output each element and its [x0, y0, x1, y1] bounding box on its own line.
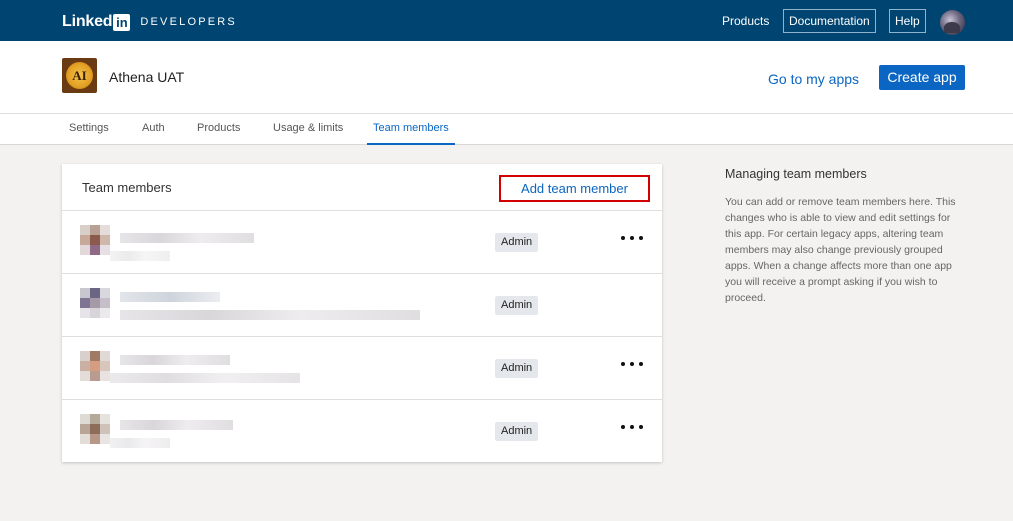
nav-documentation-button[interactable]: Documentation: [783, 9, 876, 33]
member-avatar: [80, 351, 110, 387]
team-member-row: Admin: [62, 274, 662, 337]
nav-products-link[interactable]: Products: [722, 14, 769, 28]
go-to-my-apps-link[interactable]: Go to my apps: [768, 71, 859, 87]
app-name: Athena UAT: [109, 69, 185, 85]
more-options-icon[interactable]: [621, 357, 643, 371]
member-avatar: [80, 414, 110, 450]
member-name-redacted: [120, 233, 254, 243]
top-navbar: Linked in DEVELOPERS Products Documentat…: [0, 0, 1013, 41]
create-app-button[interactable]: Create app: [879, 65, 965, 90]
member-name-redacted: [120, 420, 233, 430]
logo-wordmark: Linked: [62, 13, 113, 30]
logo-in-icon: in: [113, 13, 131, 31]
card-title: Team members: [82, 180, 172, 195]
logo-suffix: DEVELOPERS: [140, 16, 237, 28]
help-title: Managing team members: [725, 167, 867, 181]
team-member-row: Admin: [62, 400, 662, 463]
role-badge: Admin: [495, 296, 539, 315]
app-header: AI Athena UAT Go to my apps Create app: [0, 41, 1013, 114]
tab-products[interactable]: Products: [197, 122, 240, 145]
role-badge: Admin: [495, 359, 539, 378]
member-name-redacted: [120, 355, 230, 365]
more-options-icon[interactable]: [621, 420, 643, 434]
member-avatar: [80, 288, 110, 324]
member-name-redacted: [120, 292, 220, 302]
app-logo-badge: AI: [66, 62, 93, 89]
role-badge: Admin: [495, 422, 539, 441]
add-team-member-button[interactable]: Add team member: [499, 175, 650, 202]
nav-help-button[interactable]: Help: [889, 9, 926, 33]
help-text: You can add or remove team members here.…: [725, 196, 956, 304]
app-logo-icon: AI: [62, 58, 97, 93]
team-member-row: Admin: [62, 337, 662, 400]
tab-team-members[interactable]: Team members: [367, 122, 455, 145]
member-email-redacted: [110, 438, 170, 448]
tab-auth[interactable]: Auth: [142, 122, 165, 145]
app-tabs: Settings Auth Products Usage & limits Te…: [0, 114, 1013, 145]
tab-settings[interactable]: Settings: [69, 122, 109, 145]
member-email-redacted: [110, 251, 170, 261]
member-avatar: [80, 225, 110, 261]
more-options-icon[interactable]: [621, 231, 643, 245]
linkedin-developers-logo[interactable]: Linked in DEVELOPERS: [62, 13, 237, 31]
member-email-redacted: [110, 373, 300, 383]
team-member-row: Admin: [62, 211, 662, 274]
team-members-card: Team members Add team member Admin Admin…: [62, 164, 662, 462]
user-avatar[interactable]: [940, 10, 965, 35]
tab-usage-limits[interactable]: Usage & limits: [273, 122, 343, 145]
role-badge: Admin: [495, 233, 539, 252]
member-email-redacted: [120, 310, 420, 320]
